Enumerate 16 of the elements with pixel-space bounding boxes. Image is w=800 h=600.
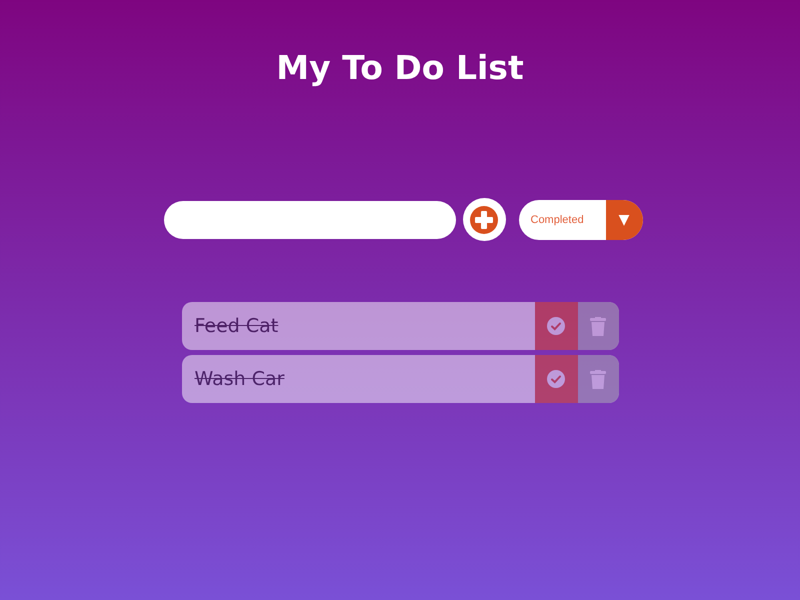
todo-input-field[interactable] bbox=[164, 200, 456, 238]
delete-button[interactable] bbox=[578, 355, 618, 403]
todo-text: Feed Cat bbox=[194, 314, 280, 339]
complete-button[interactable] bbox=[534, 302, 578, 350]
trash-icon bbox=[590, 370, 606, 388]
add-button[interactable] bbox=[462, 198, 506, 241]
delete-button[interactable] bbox=[578, 302, 618, 350]
trash-icon bbox=[590, 316, 606, 336]
plus-icon bbox=[470, 206, 498, 234]
page-title: My To Do List bbox=[276, 47, 524, 89]
filter-dropdown[interactable]: Completed ▼ bbox=[518, 200, 642, 240]
filter-value: Completed bbox=[530, 212, 585, 228]
check-icon bbox=[547, 317, 565, 335]
todo-text: Wash Car bbox=[194, 367, 286, 392]
complete-button[interactable] bbox=[534, 355, 578, 403]
check-icon bbox=[547, 370, 565, 388]
